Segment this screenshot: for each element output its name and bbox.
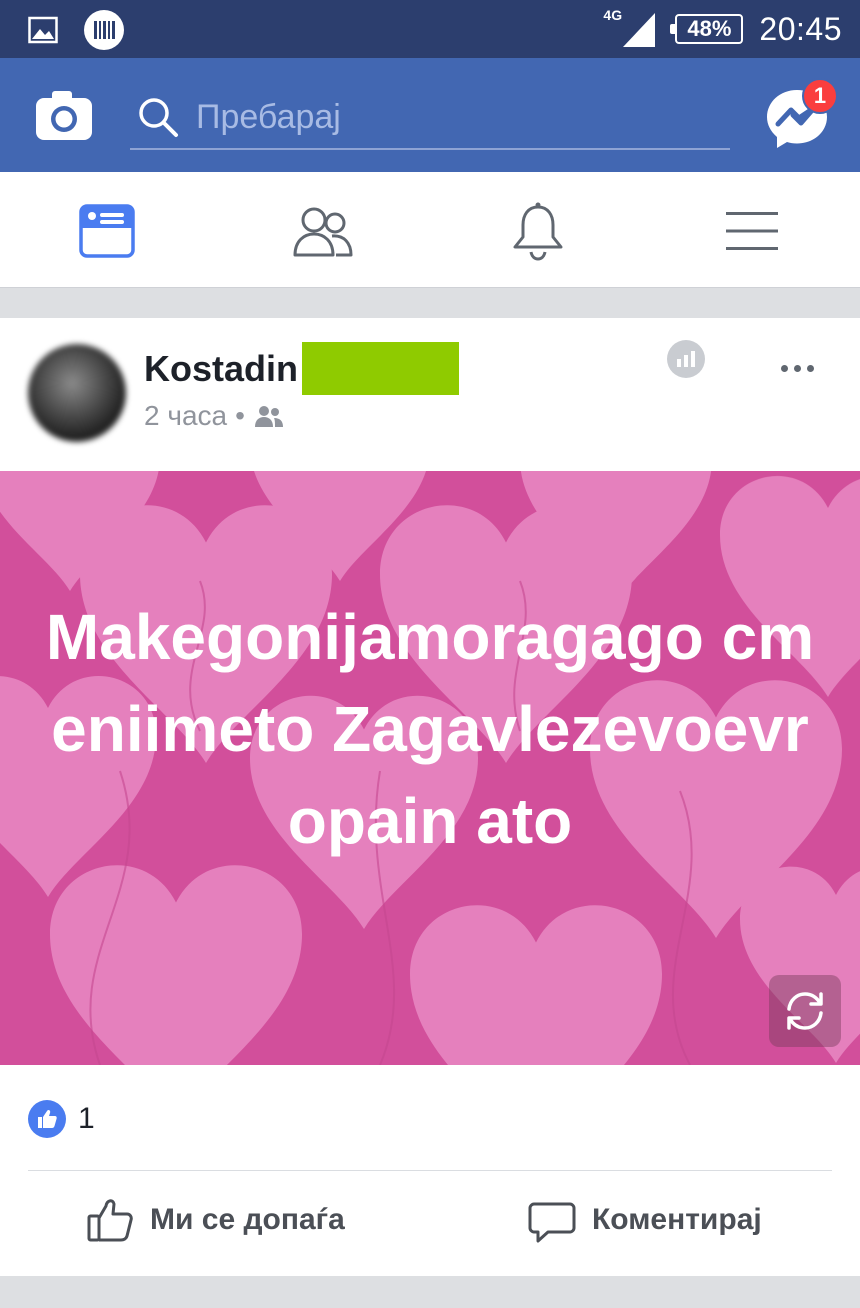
more-options-button[interactable]	[772, 348, 822, 388]
post-background-image: Makegonijamoragago cmeniimeto Zagavlezev…	[0, 471, 860, 1065]
post-meta: 2 часа •	[144, 400, 285, 432]
messenger-badge: 1	[802, 78, 838, 114]
post-time[interactable]: 2 часа	[144, 400, 227, 432]
like-reaction-icon	[28, 1100, 66, 1138]
more-dot-icon	[806, 364, 814, 372]
post-card: Kostadin 2 часа • Makegonijamoragago cme…	[0, 318, 860, 1276]
tab-menu[interactable]	[717, 196, 787, 266]
status-bar: 4G 48% 20:45	[0, 0, 860, 58]
tab-friends[interactable]	[288, 196, 358, 266]
like-button-label: Ми се допаѓа	[150, 1203, 345, 1236]
search-bar[interactable]	[130, 86, 730, 150]
signal-icon: 4G	[603, 7, 659, 49]
bell-icon	[513, 202, 563, 261]
top-header: 1	[0, 58, 860, 172]
search-input[interactable]	[196, 97, 696, 137]
meta-separator: •	[235, 400, 245, 431]
refresh-icon	[787, 992, 823, 1030]
barcode-notification-icon	[84, 10, 124, 55]
clock: 20:45	[759, 10, 842, 47]
hamburger-menu-icon	[726, 212, 778, 250]
post-text: Makegonijamoragago cmeniimeto Zagavlezev…	[45, 601, 815, 857]
more-dot-icon	[793, 364, 801, 372]
thumbs-up-icon	[87, 1199, 133, 1242]
insights-button[interactable]	[667, 340, 705, 378]
search-icon	[139, 98, 178, 137]
gallery-notification-icon	[28, 15, 58, 50]
comment-button[interactable]: Коментирај	[528, 1196, 762, 1244]
bar-chart-icon	[677, 351, 695, 367]
avatar[interactable]	[28, 344, 126, 442]
camera-button[interactable]	[34, 88, 94, 142]
post-author[interactable]: Kostadin	[144, 348, 298, 390]
friends-icon	[293, 207, 353, 257]
comment-icon	[528, 1202, 576, 1243]
tab-news-feed[interactable]	[72, 196, 142, 266]
more-dot-icon	[780, 364, 788, 372]
friends-audience-icon	[254, 406, 283, 427]
camera-icon	[36, 91, 92, 140]
network-type: 4G	[603, 7, 623, 23]
like-count: 1	[78, 1102, 95, 1135]
tab-notifications[interactable]	[503, 196, 573, 266]
divider	[28, 1170, 832, 1171]
change-background-button[interactable]	[769, 975, 841, 1047]
redacted-name-block	[302, 342, 459, 395]
comment-button-label: Коментирај	[592, 1203, 762, 1236]
like-button[interactable]: Ми се допаѓа	[86, 1196, 345, 1244]
battery-percent: 48%	[687, 16, 732, 41]
tab-bar	[0, 172, 860, 288]
battery-indicator: 48%	[670, 14, 744, 44]
reactions-summary[interactable]: 1	[28, 1100, 95, 1138]
news-feed-icon	[79, 204, 135, 258]
